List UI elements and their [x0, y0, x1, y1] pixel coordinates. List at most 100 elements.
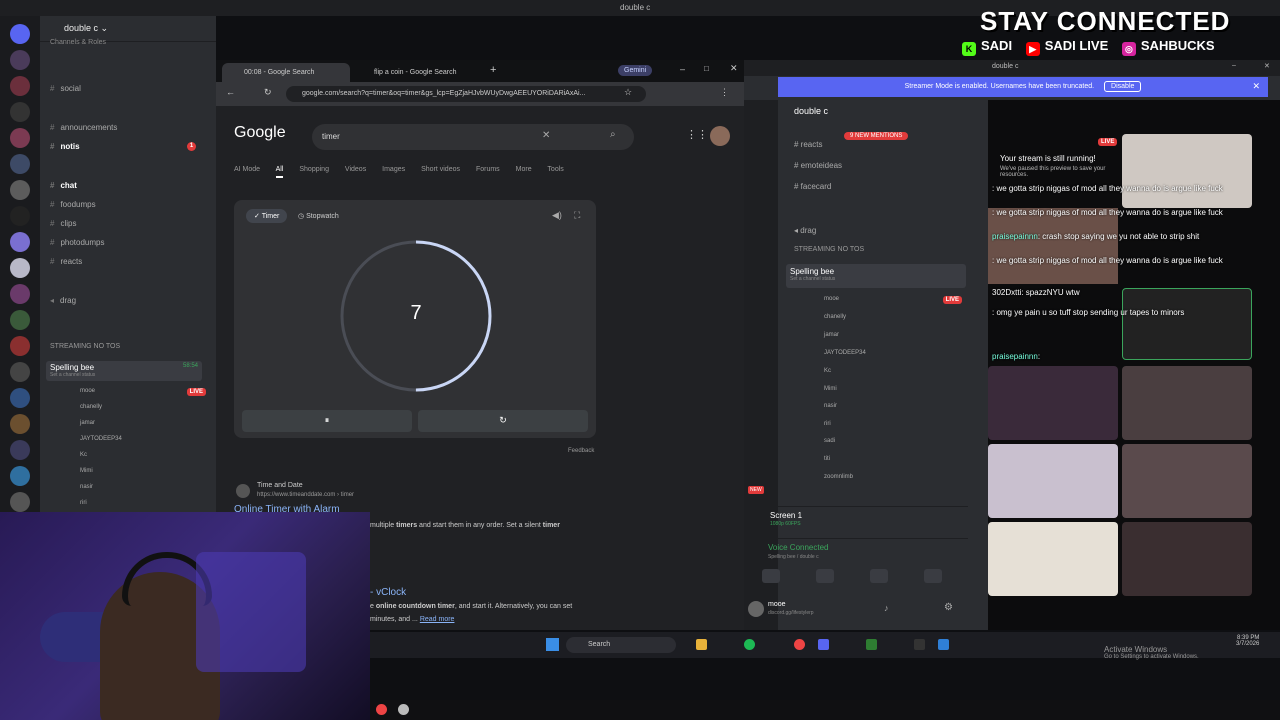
new-tab-icon[interactable]: +	[490, 64, 496, 76]
member-row[interactable]: chanelly	[824, 314, 846, 320]
video-tile[interactable]	[1122, 444, 1252, 518]
soundboard-button[interactable]	[924, 569, 942, 583]
server-icon[interactable]	[10, 206, 30, 226]
avatar[interactable]	[710, 126, 730, 146]
channel-drag[interactable]: ◂ drag	[794, 226, 816, 235]
tab-forums[interactable]: Forums	[476, 166, 500, 173]
result2-title[interactable]: - vClock	[370, 587, 406, 598]
url-field[interactable]: google.com/search?q=timer&oq=timer&gs_lc…	[286, 86, 646, 102]
file-explorer-icon[interactable]	[696, 639, 707, 650]
activities-button[interactable]	[870, 569, 888, 583]
timer-tab[interactable]: ✓ Timer	[246, 209, 288, 223]
member-row[interactable]: JAYTODEEP34	[80, 436, 122, 442]
pause-button[interactable]: ⏸	[242, 410, 412, 432]
video-tile[interactable]	[988, 522, 1118, 596]
member-row[interactable]: zoomnlimb	[824, 474, 853, 480]
server-icon[interactable]	[10, 440, 30, 460]
tab-shopping[interactable]: Shopping	[299, 166, 329, 173]
member-row[interactable]: jamar	[80, 420, 95, 426]
result1-url[interactable]: https://www.timeanddate.com › timer	[257, 492, 354, 498]
clear-icon[interactable]: ✕	[542, 130, 550, 141]
start-icon[interactable]	[546, 638, 559, 651]
member-row[interactable]: Mimi	[824, 386, 837, 392]
video-tile[interactable]	[1122, 366, 1252, 440]
video-tile[interactable]	[988, 208, 1118, 284]
menu-icon[interactable]: ⋮	[720, 87, 729, 98]
server-icon[interactable]	[10, 310, 30, 330]
member-row[interactable]: riri	[80, 500, 87, 506]
member-row[interactable]: JAYTODEEP34	[824, 350, 866, 356]
member-row[interactable]: Kc	[824, 368, 831, 374]
channel-reacts[interactable]: # reacts	[50, 257, 82, 266]
member-row[interactable]: jamar	[824, 332, 839, 338]
voice-channel-spelling-bee[interactable]: Spelling bee 58:54 Set a channel status	[46, 361, 202, 381]
chrome-icon[interactable]	[794, 639, 805, 650]
server-icon[interactable]	[10, 154, 30, 174]
member-row[interactable]: riri	[824, 421, 831, 427]
server-icon[interactable]	[10, 362, 30, 382]
reset-button[interactable]: ↻	[418, 410, 588, 432]
epic-games-icon[interactable]	[914, 639, 925, 650]
tab-more[interactable]: More	[516, 166, 532, 173]
server-icon[interactable]	[10, 388, 30, 408]
notepad-icon[interactable]	[938, 639, 949, 650]
member-row[interactable]: mooe LIVE	[80, 388, 206, 396]
bookmark-star-icon[interactable]: ☆	[624, 87, 632, 98]
clock[interactable]: 8:39 PM 3/7/2026	[1236, 635, 1259, 647]
channel-drag[interactable]: ◂ drag	[50, 296, 76, 305]
xbox-icon[interactable]	[866, 639, 877, 650]
tab-short-videos[interactable]: Short videos	[421, 166, 460, 173]
close-icon[interactable]: ✕	[1264, 62, 1270, 70]
member-row[interactable]: sadi	[824, 438, 835, 444]
disable-button[interactable]: Disable	[1104, 81, 1142, 92]
google-logo[interactable]: Google	[234, 124, 286, 142]
channel-notis[interactable]: # notis 1	[50, 142, 206, 151]
read-more-link[interactable]: Read more	[420, 616, 455, 623]
video-tile[interactable]	[988, 366, 1118, 440]
server-icon[interactable]	[10, 284, 30, 304]
channel-clips[interactable]: # clips	[50, 219, 76, 228]
member-row[interactable]: titi	[824, 456, 830, 462]
search-icon[interactable]: ⌕	[610, 129, 616, 140]
tab-tools[interactable]: Tools	[547, 166, 563, 173]
server-icon[interactable]	[10, 232, 30, 252]
close-banner-icon[interactable]: ✕	[1252, 81, 1260, 92]
server-icon[interactable]	[10, 492, 30, 512]
server-icon[interactable]	[10, 336, 30, 356]
member-row[interactable]: nasir	[80, 484, 93, 490]
member-row[interactable]: chanelly	[80, 404, 102, 410]
screen-share-button[interactable]	[816, 569, 834, 583]
video-tile[interactable]	[988, 444, 1118, 518]
member-row[interactable]: nasir	[824, 403, 837, 409]
minimize-icon[interactable]: –	[1232, 62, 1236, 69]
channel-chat[interactable]: # chat	[50, 181, 77, 190]
tab-all[interactable]: All	[275, 166, 284, 178]
maximize-icon[interactable]: □	[704, 64, 709, 73]
discord-icon[interactable]	[818, 639, 829, 650]
server-icon[interactable]	[10, 102, 30, 122]
member-row[interactable]: Kc	[80, 452, 87, 458]
feedback-link[interactable]: Feedback	[568, 448, 594, 454]
channel-reacts[interactable]: # reacts	[794, 140, 822, 149]
obs-icon[interactable]	[376, 704, 387, 715]
tab-ai-mode[interactable]: AI Mode	[234, 166, 260, 173]
server-icon[interactable]	[10, 76, 30, 96]
server-icon[interactable]	[10, 258, 30, 278]
minimize-icon[interactable]: –	[680, 64, 685, 74]
video-tile-speaking[interactable]	[1122, 288, 1252, 360]
back-icon[interactable]: ←	[226, 87, 235, 97]
mic-icon[interactable]: ♪	[884, 603, 889, 613]
app-icon[interactable]	[398, 704, 409, 715]
result1-source[interactable]: Time and Date	[257, 482, 303, 489]
taskbar-search[interactable]: Search	[566, 637, 676, 653]
stopwatch-tab[interactable]: ◷ Stopwatch	[298, 212, 339, 220]
category-header[interactable]: STREAMING NO TOS	[50, 343, 120, 350]
tab-images[interactable]: Images	[382, 166, 405, 173]
member-row[interactable]: Mimi	[80, 468, 93, 474]
video-tile[interactable]	[1122, 134, 1252, 208]
channel-facecard[interactable]: # facecard	[794, 182, 831, 191]
server-icon[interactable]	[10, 180, 30, 200]
tab-google-timer[interactable]: 00:08 - Google Search	[222, 63, 350, 82]
server-icon[interactable]	[10, 466, 30, 486]
reload-icon[interactable]: ↻	[264, 87, 272, 98]
